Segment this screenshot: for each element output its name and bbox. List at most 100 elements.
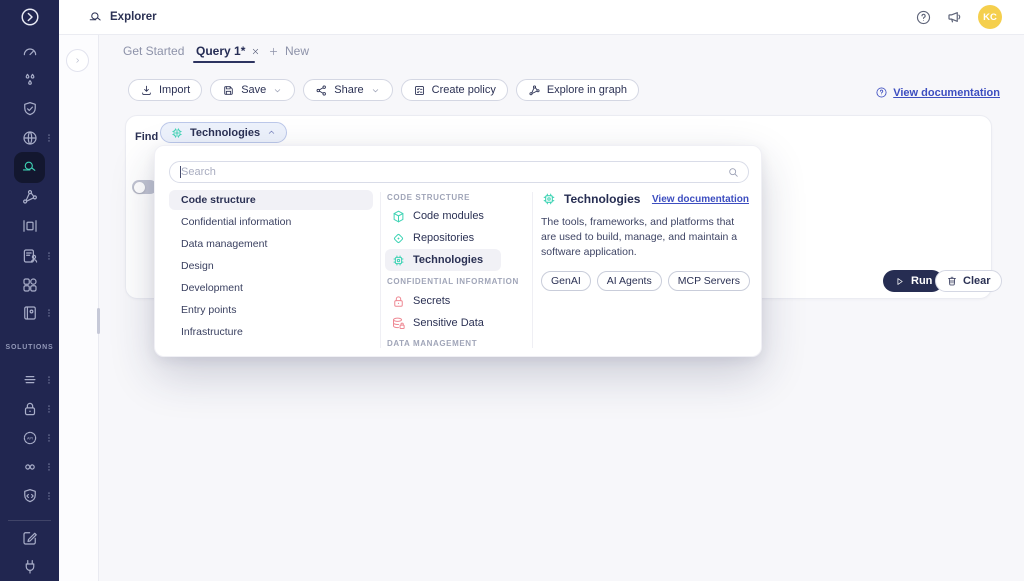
kebab-menu-icon[interactable] [44, 373, 54, 387]
svg-text:API: API [26, 436, 32, 440]
graph-nodes-icon [21, 188, 39, 206]
api-badge-icon: API [21, 429, 39, 447]
tag-mcp-servers[interactable]: MCP Servers [668, 271, 750, 291]
sidebar-item-journal[interactable] [0, 301, 59, 325]
entity-label: Technologies [413, 254, 483, 266]
help-button[interactable] [915, 9, 932, 26]
top-header: Explorer KC [59, 0, 1024, 35]
entity-item-code-modules[interactable]: Code modules [385, 205, 501, 227]
sidebar-item-dashboard[interactable] [0, 40, 59, 64]
sidebar-item-apps[interactable] [0, 273, 59, 297]
sidebar-item-assets[interactable] [0, 68, 59, 92]
explore-in-graph-button[interactable]: Explore in graph [516, 79, 639, 101]
sidebar-item-compliance[interactable] [0, 97, 59, 121]
button-label: Import [159, 84, 190, 96]
sidebar-item-reports[interactable] [0, 244, 59, 268]
kebab-menu-icon[interactable] [44, 306, 54, 320]
kebab-menu-icon[interactable] [44, 489, 54, 503]
sidebar-item-solution-devops[interactable] [0, 455, 59, 479]
sidebar-item-web[interactable] [0, 126, 59, 150]
tag-ai-agents[interactable]: AI Agents [597, 271, 662, 291]
search-input[interactable] [181, 162, 720, 182]
entity-item-repositories[interactable]: Repositories [385, 227, 501, 249]
lock-icon [21, 400, 39, 418]
selected-entity-label: Technologies [190, 127, 260, 139]
entity-item-sensitive-data[interactable]: Sensitive Data [385, 312, 501, 334]
create-policy-button[interactable]: Create policy [401, 79, 508, 101]
sidebar-item-explorer-active[interactable] [14, 152, 45, 183]
view-documentation-link[interactable]: View documentation [875, 86, 1000, 99]
repository-diamond-icon [391, 231, 406, 246]
find-label: Find [135, 126, 158, 147]
entity-item-technologies[interactable]: Technologies [385, 249, 501, 271]
sidebar-item-solution-secrets[interactable] [0, 397, 59, 421]
collapsed-panel [59, 34, 99, 581]
search-field[interactable] [169, 161, 749, 183]
tab-label: Query 1* [196, 44, 245, 58]
category-item-entry-points[interactable]: Entry points [169, 300, 373, 320]
tab-new[interactable]: New [268, 44, 309, 58]
sidebar: SOLUTIONS API [0, 0, 59, 581]
sidebar-item-integrations[interactable] [0, 555, 59, 579]
sidebar-item-solution-stack[interactable] [0, 368, 59, 392]
save-button[interactable]: Save [210, 79, 295, 101]
sidebar-item-solution-appsec[interactable] [0, 484, 59, 508]
category-item-infrastructure[interactable]: Infrastructure [169, 322, 373, 342]
play-icon [894, 276, 905, 287]
entity-picker-dropdown: Code structure Confidential information … [154, 145, 762, 357]
download-icon [140, 84, 153, 97]
kebab-menu-icon[interactable] [44, 431, 54, 445]
chip-icon [391, 253, 406, 268]
close-tab-icon[interactable] [251, 47, 260, 56]
chevron-right-icon [73, 54, 82, 67]
share-icon [315, 84, 328, 97]
kebab-menu-icon[interactable] [44, 402, 54, 416]
document-person-icon [21, 247, 39, 265]
category-item-development[interactable]: Development [169, 278, 373, 298]
tag-genai[interactable]: GenAI [541, 271, 591, 291]
save-icon [222, 84, 235, 97]
megaphone-icon [946, 8, 964, 26]
category-item-code-structure[interactable]: Code structure [169, 190, 373, 210]
kebab-menu-icon[interactable] [44, 460, 54, 474]
app-logo-icon[interactable] [0, 4, 59, 30]
group-header-confidential-information: CONFIDENTIAL INFORMATION [387, 277, 527, 286]
tab-query-1[interactable]: Query 1* [196, 44, 260, 58]
cube-icon [391, 209, 406, 224]
solutions-label: SOLUTIONS [0, 344, 59, 351]
shield-code-icon [21, 487, 39, 505]
entity-tags: GenAI AI Agents MCP Servers [541, 271, 749, 291]
category-item-data-management[interactable]: Data management [169, 234, 373, 254]
expand-panel-button[interactable] [66, 49, 89, 72]
tab-get-started[interactable]: Get Started [123, 44, 184, 58]
category-item-confidential-information[interactable]: Confidential information [169, 212, 373, 232]
chevron-down-icon [272, 85, 283, 96]
button-label: Explore in graph [547, 84, 627, 96]
active-tab-underline [193, 61, 255, 63]
kebab-menu-icon[interactable] [44, 131, 54, 145]
sidebar-divider [8, 520, 51, 521]
entity-select-dropdown[interactable]: Technologies [160, 122, 287, 143]
sidebar-item-solution-api[interactable]: API [0, 426, 59, 450]
button-label: Create policy [432, 84, 496, 96]
button-label: Run [911, 275, 932, 287]
plus-icon [268, 46, 279, 57]
announcements-button[interactable] [946, 8, 964, 26]
gauge-icon [21, 43, 39, 61]
import-button[interactable]: Import [128, 79, 202, 101]
category-item-design[interactable]: Design [169, 256, 373, 276]
query-toolbar: Import Save Share Create policy Explore … [128, 79, 639, 101]
entity-view-documentation-link[interactable]: View documentation [652, 194, 749, 205]
clear-button[interactable]: Clear [935, 270, 1002, 292]
entity-item-secrets[interactable]: Secrets [385, 290, 501, 312]
plug-icon [21, 558, 39, 576]
avatar[interactable]: KC [978, 5, 1002, 29]
sidebar-item-stage[interactable] [0, 214, 59, 238]
share-button[interactable]: Share [303, 79, 392, 101]
kebab-menu-icon[interactable] [44, 249, 54, 263]
page-title: Explorer [110, 11, 157, 23]
resize-handle[interactable] [97, 308, 100, 334]
group-header-data-management: DATA MANAGEMENT [387, 339, 527, 348]
sidebar-item-feedback[interactable] [0, 526, 59, 550]
sidebar-item-graph[interactable] [0, 185, 59, 209]
